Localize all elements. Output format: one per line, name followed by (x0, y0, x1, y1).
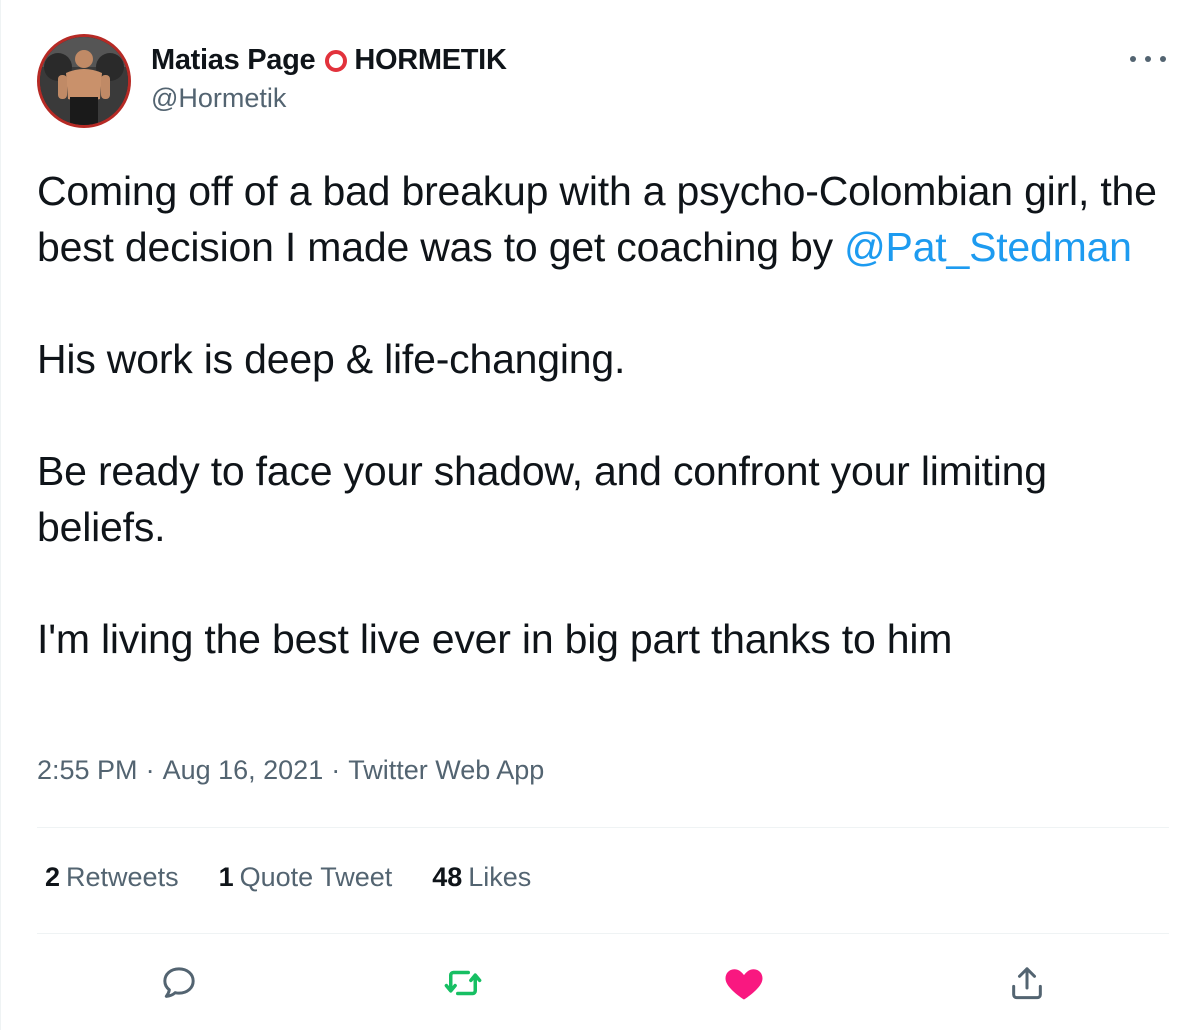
more-options-button[interactable] (1130, 48, 1166, 70)
avatar-photo (40, 37, 128, 125)
likes-label: Likes (468, 862, 532, 892)
more-dot-icon (1145, 56, 1151, 62)
share-button[interactable] (1003, 959, 1051, 1007)
heart-icon (725, 969, 763, 1000)
tweet-meta: 2:55 PM · Aug 16, 2021 · Twitter Web App (37, 755, 544, 786)
org-name[interactable]: HORMETIK (354, 44, 507, 77)
author-identity: Matias Page HORMETIK @Hormetik (151, 41, 507, 114)
tweet-date[interactable]: Aug 16, 2021 (163, 755, 324, 785)
display-name[interactable]: Matias Page (151, 44, 316, 77)
tweet-time[interactable]: 2:55 PM (37, 755, 138, 785)
name-row: Matias Page HORMETIK (151, 41, 507, 81)
quote-tweets-stat[interactable]: 1 Quote Tweet (219, 862, 393, 893)
tweet-paragraph: Coming off of a bad breakup with a psych… (37, 163, 1167, 275)
meta-separator: · (331, 755, 341, 785)
more-dot-icon (1160, 56, 1166, 62)
likes-stat[interactable]: 48 Likes (432, 862, 531, 893)
retweets-stat[interactable]: 2 Retweets (45, 862, 179, 893)
user-handle[interactable]: @Hormetik (151, 83, 507, 114)
mention-link[interactable]: @Pat_Stedman (844, 224, 1132, 270)
retweet-button[interactable] (439, 959, 487, 1007)
reply-button[interactable] (155, 959, 203, 1007)
ring-emoji-icon (325, 49, 348, 72)
quotes-count: 1 (218, 862, 234, 892)
tweet-source[interactable]: Twitter Web App (348, 755, 544, 785)
retweets-label: Retweets (66, 862, 179, 892)
tweet-stats: 2 Retweets 1 Quote Tweet 48 Likes (45, 862, 571, 893)
retweet-icon (444, 970, 482, 996)
tweet-paragraph-3: Be ready to face your shadow, and confro… (37, 448, 1047, 550)
like-button[interactable] (720, 959, 768, 1007)
tweet-text: Coming off of a bad breakup with a psych… (37, 163, 1167, 667)
avatar[interactable] (37, 34, 131, 128)
reply-icon (163, 967, 195, 998)
action-bar (1, 955, 1200, 1011)
more-dot-icon (1130, 56, 1136, 62)
tweet-card: Matias Page HORMETIK @Hormetik Coming of… (0, 0, 1200, 1030)
likes-count: 48 (432, 862, 463, 892)
quotes-label: Quote Tweet (239, 862, 393, 892)
tweet-paragraph-4: I'm living the best live ever in big par… (37, 616, 953, 662)
meta-separator: · (145, 755, 155, 785)
divider (37, 933, 1169, 934)
divider (37, 827, 1169, 828)
tweet-header: Matias Page HORMETIK @Hormetik (37, 34, 507, 128)
tweet-paragraph-2: His work is deep & life-changing. (37, 336, 626, 382)
share-icon (1012, 967, 1042, 1000)
retweets-count: 2 (45, 862, 61, 892)
